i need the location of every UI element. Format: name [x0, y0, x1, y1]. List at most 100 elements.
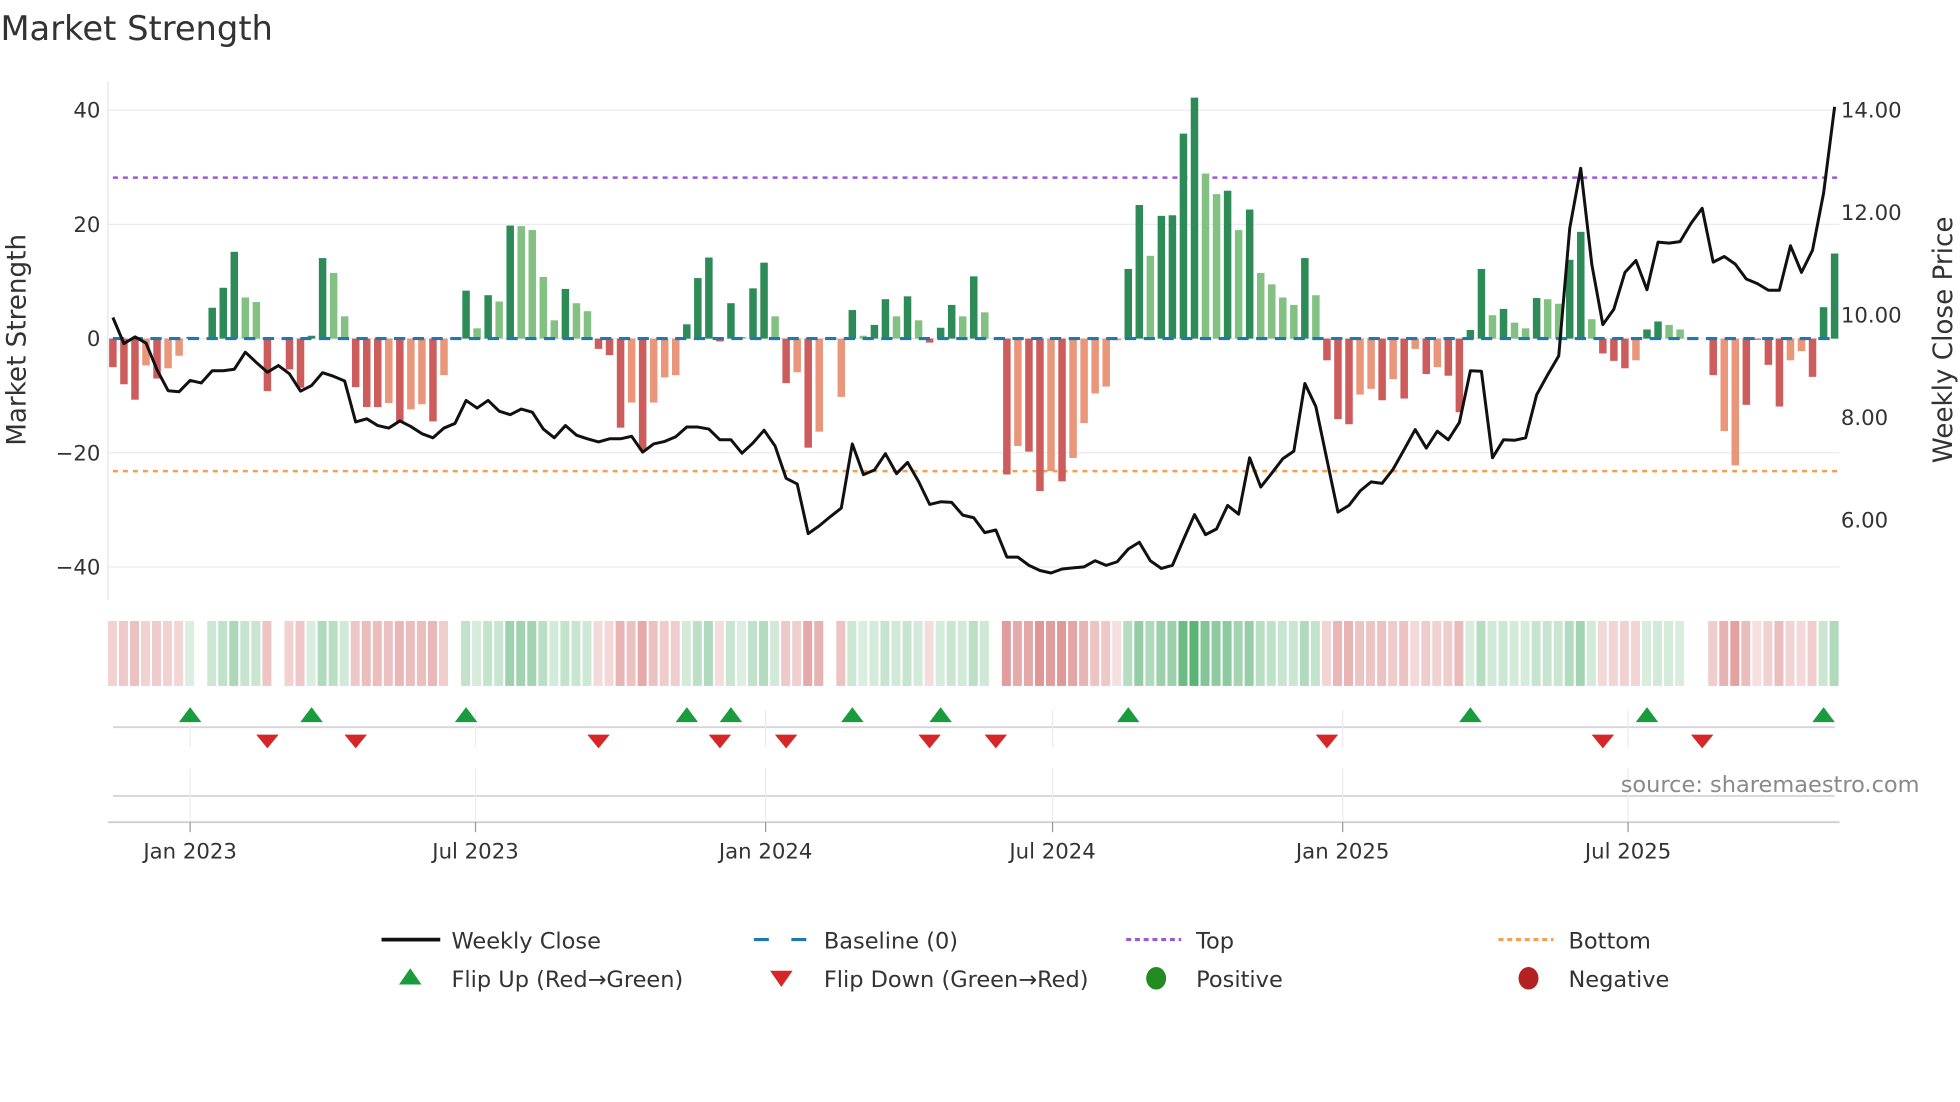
legend-label: Bottom — [1568, 928, 1650, 954]
heat-cell — [472, 620, 482, 686]
strength-bar — [672, 338, 680, 376]
y2-tick-label: 8.00 — [1841, 406, 1888, 431]
heat-cell — [1454, 620, 1464, 686]
strength-bar — [517, 226, 525, 339]
strength-bar — [936, 327, 945, 339]
heat-cell — [317, 620, 327, 686]
heat-cell — [1090, 620, 1100, 686]
strength-bar — [362, 338, 371, 408]
strength-bar — [1323, 338, 1331, 361]
heat-cell — [1664, 620, 1674, 686]
y2-tick-label: 12.00 — [1841, 201, 1902, 226]
heat-cell — [1156, 620, 1166, 686]
y2-tick-label: 14.00 — [1841, 98, 1902, 123]
heat-cell — [1134, 620, 1144, 686]
heat-cell — [1531, 620, 1541, 686]
strength-bar — [903, 296, 912, 339]
strength-bar — [1345, 338, 1353, 425]
heat-cell — [1465, 620, 1475, 686]
strength-bar — [892, 316, 901, 339]
heat-cell — [913, 620, 923, 686]
heat-cell — [1068, 620, 1078, 686]
heat-cell — [1034, 620, 1044, 686]
heat-cell — [979, 620, 989, 686]
strength-bar — [572, 303, 581, 339]
strength-bar — [749, 288, 757, 339]
x-tick-label: Jul 2024 — [1007, 839, 1095, 864]
heat-cell — [1542, 620, 1552, 686]
heat-cell — [1829, 620, 1839, 686]
heat-cell — [957, 620, 967, 686]
strength-bar — [407, 338, 415, 410]
strength-bar — [1146, 255, 1155, 339]
strength-bar — [727, 303, 735, 339]
strength-bar — [683, 324, 691, 339]
strength-bar — [1069, 338, 1077, 458]
strength-bar — [1510, 322, 1519, 339]
strength-bar — [837, 338, 846, 397]
flip-down-marker — [587, 734, 610, 749]
heat-cell — [1509, 620, 1519, 686]
strength-bar — [1610, 338, 1618, 361]
strength-bar — [1808, 338, 1817, 377]
strength-bar — [914, 320, 923, 339]
legend-item-flip_down: Flip Down (Green→Red) — [770, 967, 1089, 993]
y2-axis-label: Weekly Close Price — [1929, 217, 1959, 464]
heat-cell — [781, 620, 791, 686]
strength-bar — [1599, 338, 1607, 354]
heat-cell — [328, 620, 338, 686]
y-tick-label: 40 — [73, 99, 100, 124]
heat-cell — [1586, 620, 1596, 686]
heat-cell — [1255, 620, 1265, 686]
flip-up-marker — [1812, 707, 1835, 723]
strength-bar — [605, 338, 614, 356]
heat-cell — [1796, 620, 1806, 686]
heat-cell — [427, 620, 437, 686]
strength-bar — [318, 258, 327, 339]
market-strength-chart: Market Strength 40 20 0 −20 −40 14.00 12.00 10… — [0, 9, 1959, 993]
heat-cell — [361, 620, 371, 686]
heat-cell — [1277, 620, 1287, 686]
heat-cell — [1785, 620, 1795, 686]
strength-bar — [947, 304, 956, 339]
strength-bar — [881, 299, 890, 339]
strength-bar — [1036, 338, 1044, 492]
strength-bar — [329, 272, 338, 339]
chart-title: Market Strength — [0, 9, 272, 48]
flip-up-marker — [1635, 707, 1659, 723]
strength-bar — [1102, 338, 1110, 387]
heat-cell — [946, 620, 956, 686]
heat-cell — [1399, 620, 1409, 686]
strength-bar — [1742, 338, 1751, 405]
heat-cell — [174, 620, 184, 686]
heat-cell — [1332, 620, 1342, 686]
heat-cell — [129, 620, 139, 686]
strength-bar — [296, 338, 305, 388]
y-axis-ticks: 40 20 0 −20 −40 — [56, 99, 101, 581]
flip-up-marker — [300, 707, 323, 723]
strength-bar — [1830, 253, 1839, 339]
heat-cell — [1432, 620, 1442, 686]
flip-down-marker — [1591, 734, 1615, 749]
strength-bar — [241, 297, 250, 339]
heat-cell — [405, 620, 415, 686]
flip-up-marker — [1117, 707, 1140, 723]
strength-bar — [528, 230, 537, 339]
heat-cell — [1046, 620, 1056, 686]
heat-cell — [218, 620, 228, 686]
legend-label: Baseline (0) — [824, 928, 958, 954]
heat-cell — [1101, 620, 1111, 686]
heat-cell — [1321, 620, 1331, 686]
strength-bar — [782, 338, 790, 384]
strength-bar — [760, 262, 768, 339]
strength-bar — [1720, 338, 1728, 432]
source-credit: source: sharemaestro.com — [1621, 772, 1920, 798]
strength-bar — [1245, 209, 1254, 339]
strength-bar — [1665, 324, 1673, 339]
heat-cell — [869, 620, 879, 686]
flip-markers — [112, 707, 1835, 825]
heat-cell — [1487, 620, 1497, 686]
strength-bar — [958, 316, 967, 339]
heat-cell — [1763, 620, 1773, 686]
strength-bar — [1334, 338, 1342, 420]
